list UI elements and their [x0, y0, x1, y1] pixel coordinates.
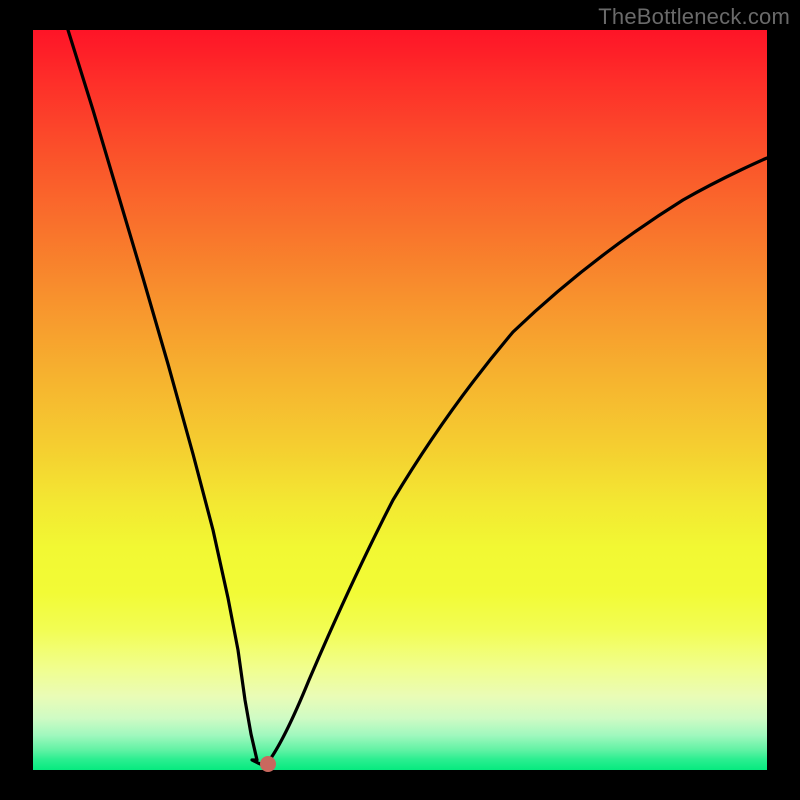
curve-right-branch — [265, 158, 767, 766]
chart-frame: TheBottleneck.com — [0, 0, 800, 800]
bottleneck-curve — [33, 30, 767, 770]
optimal-point-marker — [260, 756, 276, 772]
curve-left-branch — [68, 30, 265, 766]
plot-area — [33, 30, 767, 770]
attribution-text: TheBottleneck.com — [598, 4, 790, 30]
